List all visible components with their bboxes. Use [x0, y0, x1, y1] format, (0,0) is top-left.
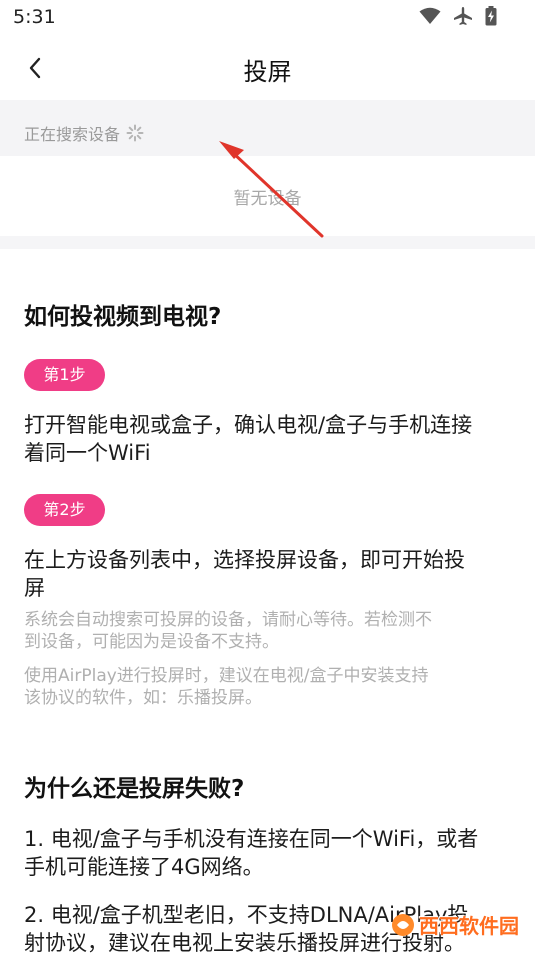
- step1-badge: 第1步: [24, 359, 105, 391]
- guide-heading: 如何投视频到电视?: [24, 304, 222, 330]
- wifi-icon: [419, 7, 441, 24]
- device-list: 暂无设备: [0, 156, 535, 236]
- nav-bar: 投屏: [0, 36, 535, 100]
- search-status: 正在搜索设备: [24, 121, 144, 145]
- search-status-label: 正在搜索设备: [24, 125, 121, 144]
- step2-line1: 在上方设备列表中，选择投屏设备，即可开始投: [24, 548, 465, 572]
- note1-line1: 系统会自动搜索可投屏的设备，请耐心等待。若检测不: [24, 610, 432, 630]
- page-title: 投屏: [243, 58, 292, 86]
- watermark-logo: 西西软件园: [391, 910, 519, 939]
- faq-reason1-line1: 1. 电视/盒子与手机没有连接在同一个WiFi，或者: [24, 827, 479, 851]
- note2-line1: 使用AirPlay进行投屏时，建议在电视/盒子中安装支持: [24, 666, 429, 686]
- faq-heading: 为什么还是投屏失败?: [24, 776, 245, 802]
- step2-line2: 屏: [24, 576, 45, 600]
- step1-line2: 着同一个WiFi: [24, 441, 151, 465]
- status-bar: 5:31: [0, 0, 535, 36]
- device-search-strip: 正在搜索设备: [0, 100, 535, 156]
- step2-text: 在上方设备列表中，选择投屏设备，即可开始投 屏: [24, 546, 519, 602]
- step2-badge: 第2步: [24, 494, 105, 526]
- step1-line1: 打开智能电视或盒子，确认电视/盒子与手机连接: [24, 413, 473, 437]
- section-divider: [0, 236, 535, 249]
- note2-text: 使用AirPlay进行投屏时，建议在电视/盒子中安装支持 该协议的软件，如：乐播…: [24, 665, 509, 709]
- faq-reason1: 1. 电视/盒子与手机没有连接在同一个WiFi，或者 手机可能连接了4G网络。: [24, 825, 519, 881]
- status-icons: [419, 6, 497, 26]
- note1-line2: 到设备，可能因为是设备不支持。: [24, 632, 279, 652]
- note2-line2: 该协议的软件，如：乐播投屏。: [24, 688, 262, 708]
- watermark-text: 西西软件园: [419, 914, 519, 938]
- faq-reason1-line2: 手机可能连接了4G网络。: [24, 855, 264, 879]
- step1-text: 打开智能电视或盒子，确认电视/盒子与手机连接 着同一个WiFi: [24, 411, 519, 467]
- loading-spinner-icon: [126, 124, 144, 142]
- note1-text: 系统会自动搜索可投屏的设备，请耐心等待。若检测不 到设备，可能因为是设备不支持。: [24, 609, 509, 653]
- empty-device-text: 暂无设备: [233, 189, 302, 209]
- status-time: 5:31: [13, 6, 56, 28]
- airplane-icon: [454, 7, 472, 25]
- battery-charging-icon: [485, 6, 497, 26]
- watermark-emblem-icon: [392, 913, 414, 936]
